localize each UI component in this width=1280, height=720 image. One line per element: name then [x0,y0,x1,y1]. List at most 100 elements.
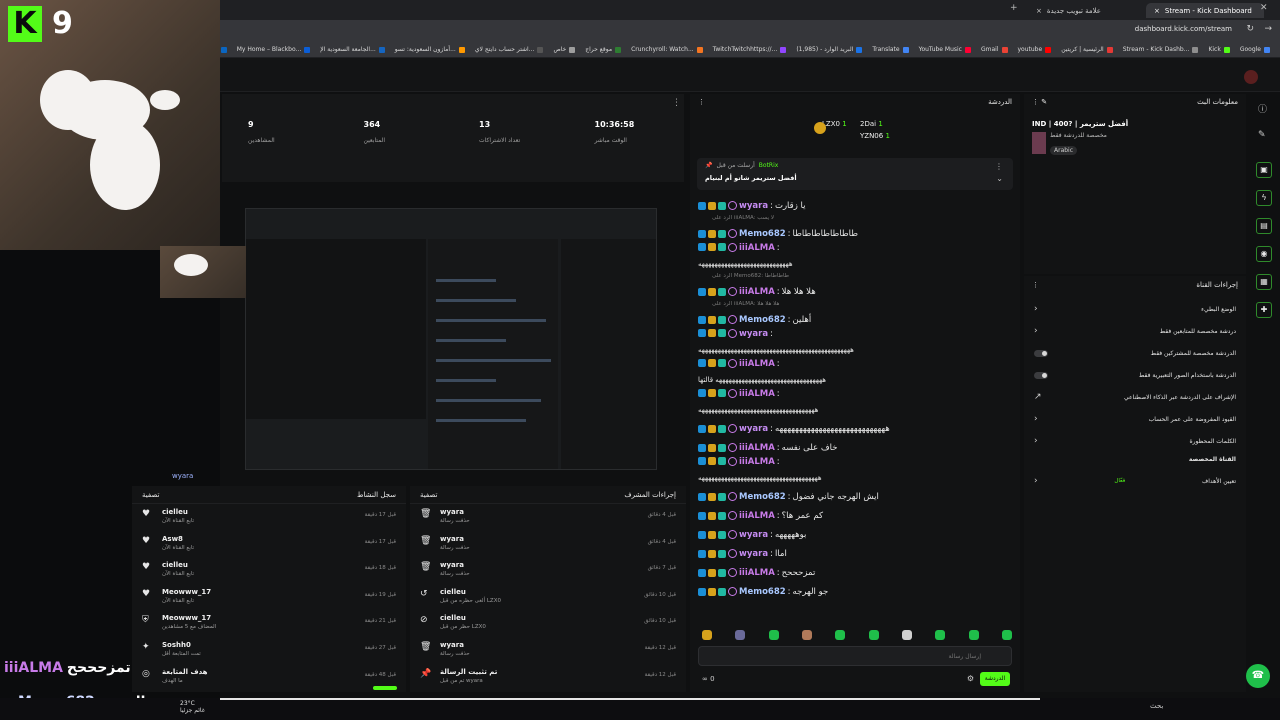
send-chat-button[interactable]: الدردشة [980,672,1010,686]
chat-username[interactable]: iiiALMA [739,511,775,521]
chat-message[interactable]: wyara: ههههههههههههههههههههههههههههه [698,419,1010,438]
mod-action-row[interactable]: ↺ cielleu ألغى حظره من قبل LZX0 قبل 10 دقائ… [410,584,686,611]
emote-icon[interactable] [868,630,879,640]
mod-action-row[interactable]: 🗑 wyara حذفت رسالة قبل 4 دقائق [410,531,686,558]
tab-new-tab[interactable]: × علامة تبويب جديدة [1028,3,1144,18]
chat-message[interactable]: Memo682: أهلين [698,310,1010,329]
chat-message[interactable]: iiiALMA: ههههههههههههههههههههههههههههه [698,243,1010,273]
chat-username[interactable]: Memo682 [739,587,786,597]
chat-username[interactable]: iiiALMA [739,389,775,399]
emote-icon[interactable] [968,630,979,640]
emote-icon[interactable] [835,630,846,640]
chat-menu-icon[interactable]: ⋮ [698,98,705,106]
url-field[interactable]: dashboard.kick.com/stream [1135,25,1232,33]
bookmark-item[interactable]: My Home – Blackbo... [237,46,311,53]
chat-username[interactable]: iiiALMA [739,568,775,578]
bookmark-item[interactable]: أمازون السعودية: تسو... [395,46,465,53]
emote-icon[interactable] [935,630,946,640]
pinned-message[interactable]: 📌 أرسلت من قبل BotRix أفضل ستريمر شاتو أ… [697,158,1013,190]
mod-action-row[interactable]: 🗑 wyara حذفت رسالة قبل 4 دقائق [410,504,686,531]
chat-bubble-icon[interactable]: ◉ [1256,246,1272,262]
chat-message[interactable]: iiiALMA: هههههههههههههههههههههههههههههههه… [698,389,1010,419]
layout-icon[interactable]: ▦ [1256,274,1272,290]
bookmark-item[interactable]: Crunchyroll: Watch... [631,46,703,53]
chat-username[interactable]: iiiALMA [739,243,775,253]
kick-logo[interactable] [1244,70,1258,84]
emote-icon[interactable] [768,630,779,640]
chat-message[interactable]: iiiALMA: هههههههههههههههههههههههههههههههه… [698,457,1010,487]
chat-message[interactable]: iiiALMA: خاف على نفسه [698,438,1010,457]
channel-action-row[interactable]: › القيود المفروضة على عمر الحساب [1024,408,1246,430]
bookmark-item[interactable]: Translate [872,46,909,53]
back-icon[interactable]: → [1264,24,1272,34]
support-chat-icon[interactable]: ☎ [1246,664,1270,688]
stats-menu-icon[interactable]: ⋮ [672,98,681,108]
external-link-icon[interactable]: ↗ [1034,392,1042,402]
tools-icon[interactable]: ✚ [1256,302,1272,318]
toggle-switch[interactable] [1034,349,1048,357]
stream-preview[interactable] [245,208,657,470]
emote-icon[interactable] [901,630,912,640]
mod-filter-button[interactable]: تصفية [420,491,437,499]
reload-icon[interactable]: ↻ [1246,24,1254,34]
bookmark-item[interactable]: موقع حراج [585,46,622,53]
clipboard-icon[interactable]: ▤ [1256,218,1272,234]
new-tab-icon[interactable]: + [1010,3,1018,13]
bookmark-item[interactable]: البريد - [220,46,227,53]
chat-message[interactable]: iiiALMA: تمزحححح [698,563,1010,582]
chat-message[interactable]: wyara: هههههههههههههههههههههههههههههههههه… [698,329,1010,359]
chat-message[interactable]: Memo682: ايش الهرجه جاني فضول [698,487,1010,506]
window-close-icon[interactable]: ✕ [1260,3,1268,13]
channel-action-row[interactable]: › الوضع البطيء [1024,298,1246,320]
weather-widget[interactable]: 23°C غائم جزئيا [180,700,205,714]
mod-action-row[interactable]: 📌 تم تثبيت الرسالة تم من قبل wyara قبل 12 د… [410,664,686,691]
activity-row[interactable]: ◎ هدف المتابعة ما الهدف قبل 48 دقيقة [132,664,406,691]
chat-username[interactable]: Memo682 [739,492,786,502]
chat-username[interactable]: iiiALMA [739,359,775,369]
bookmark-item[interactable]: Gmail [981,46,1008,53]
bookmark-item[interactable]: Google [1240,46,1270,53]
tab-close-icon[interactable]: × [1154,7,1160,15]
chat-input[interactable] [699,647,1011,665]
activity-row[interactable]: ♥ cielleu تابع القناة الآن قبل 18 دقيقة [132,557,406,584]
chat-message[interactable]: iiiALMA: هههههههههههههههههههههههههههههههه… [698,359,1010,389]
activity-filter-button[interactable]: تصفية [142,491,159,499]
chevron-down-icon[interactable]: ⌄ [996,174,1003,183]
bookmark-item[interactable]: خاص [553,46,576,53]
chat-message[interactable]: iiiALMA: كم عمر ها؟ [698,506,1010,525]
emote-icon[interactable] [702,630,712,640]
bookmark-item[interactable]: البريد الوارد - (1,985) [796,46,863,53]
channel-action-row[interactable]: الدردشة باستخدام الصور التعبيرية فقط [1024,364,1246,386]
bookmark-item[interactable]: Stream - Kick Dashb... [1123,46,1199,53]
chat-message[interactable]: wyara: اماا [698,544,1010,563]
chat-username[interactable]: wyara [739,424,768,434]
chat-username[interactable]: iiiALMA [739,287,775,297]
taskbar-search[interactable]: بحث [1150,702,1163,710]
camera-icon[interactable]: ▣ [1256,162,1272,178]
toggle-switch[interactable] [1034,371,1048,379]
mod-action-row[interactable]: 🗑 wyara حذفت رسالة قبل 7 دقائق [410,557,686,584]
activity-row[interactable]: ♥ cielleu تابع القناة الآن قبل 17 دقيقة [132,504,406,531]
chat-message[interactable]: Memo682: جو الهرجه [698,582,1010,601]
chat-username[interactable]: Memo682 [739,229,786,239]
bolt-icon[interactable]: ϟ [1256,190,1272,206]
activity-row[interactable]: ✦ Soshh0 تمت المتابعة أقل قبل 27 دقيقة [132,637,406,664]
pin-menu-icon[interactable]: ⋮ [995,162,1003,171]
pencil-icon[interactable]: ✎ [1258,130,1266,140]
bookmark-item[interactable]: youtube [1018,46,1052,53]
channel-action-row[interactable]: › الكلمات المحظورة [1024,430,1246,452]
actions-menu-icon[interactable]: ⋮ [1032,281,1039,289]
emote-icon[interactable] [735,630,746,640]
tab-kick-dashboard[interactable]: × Stream - Kick Dashboard [1146,3,1264,18]
tab-close-icon[interactable]: × [1036,7,1042,15]
chat-message[interactable]: wyara: بوهههههه [698,525,1010,544]
chat-message[interactable]: iiiALMA: هلا هلا هلا [698,282,1010,301]
channel-action-row[interactable]: الدردشة مخصصة للمشتركين فقط [1024,342,1246,364]
activity-row[interactable]: ⛨ Meowww_17 المضاف مع 5 مشاهدين قبل 21 دقيق… [132,610,406,637]
chat-message[interactable]: wyara: يا زقارت [698,196,1010,215]
bookmark-item[interactable]: Kick [1208,46,1230,53]
bookmark-item[interactable]: TwitchTwitchhttps://... [713,46,787,53]
channel-action-row[interactable]: › دردشة مخصصة للمتابعين فقط [1024,320,1246,342]
set-goals-row[interactable]: › فعّال تعيين الأهداف [1024,470,1246,492]
channel-action-row[interactable]: ↗ الإشراف على الدردشة عبر الذكاء الاصطناع… [1024,386,1246,408]
